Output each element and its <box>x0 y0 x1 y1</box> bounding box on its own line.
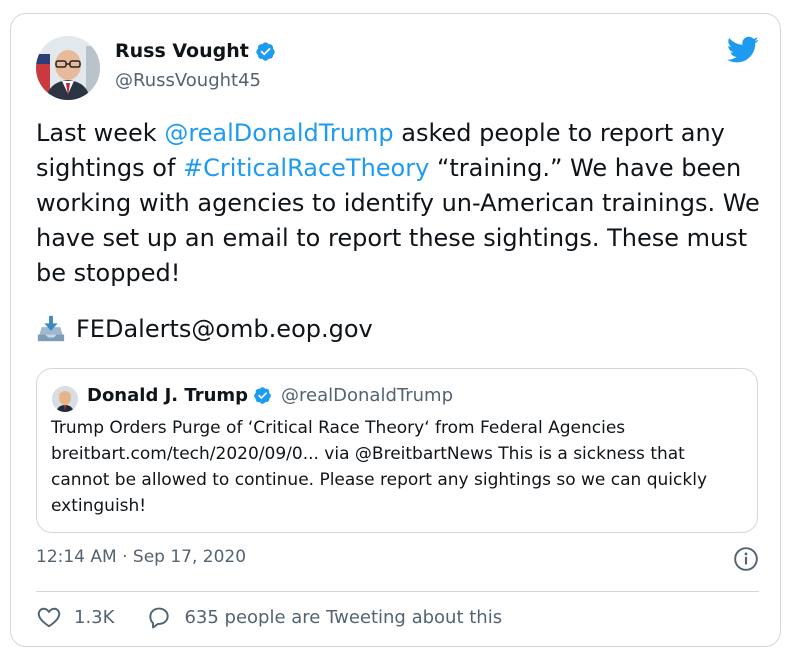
like-count: 1.3K <box>74 606 115 628</box>
mention-link[interactable]: @realDonaldTrump <box>164 119 393 147</box>
like-button[interactable]: 1.3K <box>36 604 114 630</box>
quoted-author-name: Donald J. Trump <box>87 385 249 406</box>
quoted-author-handle: @realDonaldTrump <box>281 385 453 406</box>
tweet-text-part: Last week <box>36 119 165 147</box>
author-avatar[interactable] <box>36 36 100 100</box>
quoted-author-avatar <box>52 386 78 412</box>
reply-bubble-icon <box>149 607 170 629</box>
author-handle[interactable]: @RussVought45 <box>115 70 261 91</box>
inbox-tray-icon <box>37 315 65 342</box>
report-email: FEDalerts@omb.eop.gov <box>76 315 373 343</box>
tweet-text: Last week @realDonaldTrump asked people … <box>36 116 761 291</box>
hashtag-link[interactable]: #CriticalRaceTheory <box>183 154 429 182</box>
quoted-tweet-text: Trump Orders Purge of ‘Critical Race The… <box>51 418 708 516</box>
reply-button[interactable]: 635 people are Tweeting about this <box>146 604 502 630</box>
author-name[interactable]: Russ Vought <box>115 40 249 62</box>
tweeting-about-text: 635 people are Tweeting about this <box>184 606 503 628</box>
twitter-bird-icon[interactable] <box>727 36 759 64</box>
verified-badge-icon <box>256 41 275 61</box>
tweet-timestamp[interactable]: 12:14 AM · Sep 17, 2020 <box>36 547 246 567</box>
heart-icon <box>37 607 61 628</box>
divider <box>36 591 759 592</box>
quoted-tweet[interactable]: Donald J. Trump @realDonaldTrump Trump O… <box>36 368 758 533</box>
verified-badge-icon <box>254 387 271 404</box>
info-icon[interactable] <box>733 546 759 572</box>
